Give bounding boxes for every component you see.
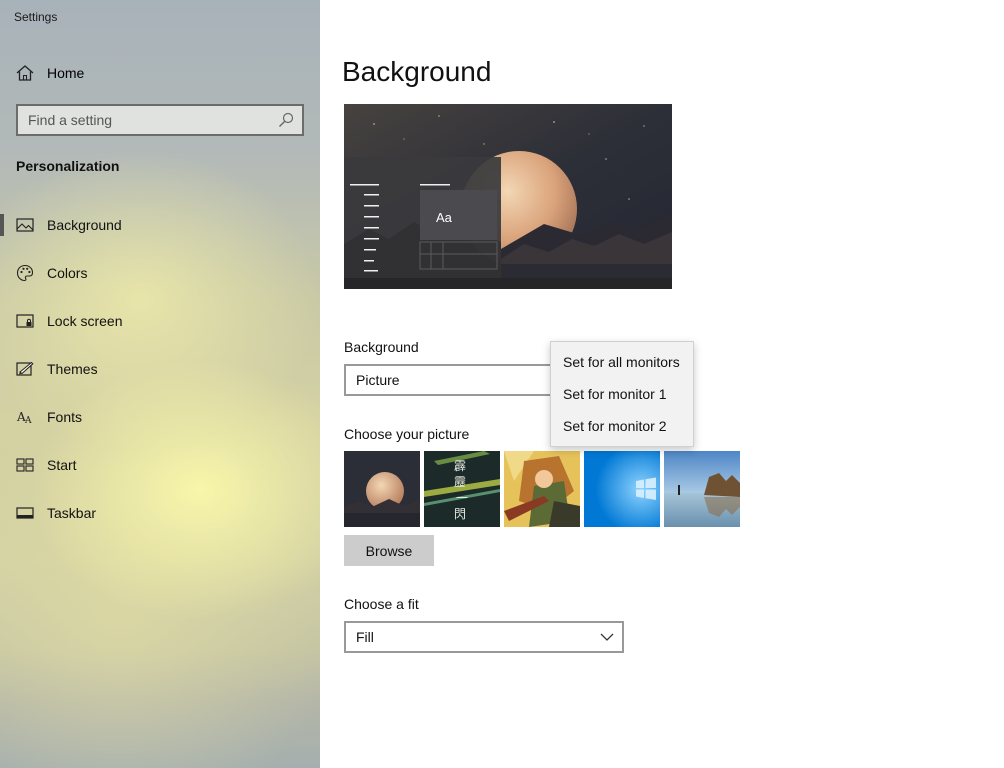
start-icon xyxy=(16,458,34,472)
sidebar-item-colors[interactable]: Colors xyxy=(0,255,320,291)
sidebar-item-background[interactable]: Background xyxy=(0,207,320,243)
menu-item-all-monitors[interactable]: Set for all monitors xyxy=(551,346,693,378)
home-icon xyxy=(16,65,34,81)
fit-dropdown[interactable]: Fill xyxy=(344,621,624,653)
sidebar-item-lock-screen[interactable]: Lock screen xyxy=(0,303,320,339)
calligraphy-text-4: 閃 xyxy=(454,507,467,521)
chevron-down-icon xyxy=(600,633,614,641)
sidebar-item-taskbar[interactable]: Taskbar xyxy=(0,495,320,531)
windows-blue-image xyxy=(584,451,660,527)
picture-thumbnail-warrior[interactable] xyxy=(504,451,580,527)
home-label: Home xyxy=(47,65,85,81)
sidebar: Settings Home Personalization Background xyxy=(0,0,320,768)
section-title: Personalization xyxy=(16,158,120,174)
fit-label: Choose a fit xyxy=(344,596,419,612)
calligraphy-text-3: 一 xyxy=(456,491,469,505)
nav-home[interactable]: Home xyxy=(0,58,320,88)
picture-thumbnail-beach[interactable] xyxy=(664,451,740,527)
sidebar-item-label: Lock screen xyxy=(47,313,123,329)
sidebar-item-fonts[interactable]: A A Fonts xyxy=(0,399,320,435)
background-dropdown-value: Picture xyxy=(356,372,400,388)
fit-dropdown-value: Fill xyxy=(356,629,374,645)
fonts-icon: A A xyxy=(16,410,32,426)
svg-text:A: A xyxy=(24,416,32,426)
sidebar-item-start[interactable]: Start xyxy=(0,447,320,483)
search-input[interactable] xyxy=(18,106,302,134)
sidebar-item-label: Colors xyxy=(47,265,88,281)
picture-thumbnail-calligraphy[interactable]: 霹 靂 一 閃 xyxy=(424,451,500,527)
taskbar-icon xyxy=(16,507,34,519)
choose-picture-label: Choose your picture xyxy=(344,426,470,442)
menu-item-monitor-2[interactable]: Set for monitor 2 xyxy=(551,410,693,442)
menu-item-monitor-1[interactable]: Set for monitor 1 xyxy=(551,378,693,410)
sidebar-item-label: Taskbar xyxy=(47,505,97,521)
sidebar-item-label: Background xyxy=(47,217,122,233)
picture-thumbnail-windows[interactable] xyxy=(584,451,660,527)
browse-button[interactable]: Browse xyxy=(344,535,434,566)
moon-landscape-image xyxy=(344,451,420,527)
desktop-preview: Aa xyxy=(344,104,672,289)
search-icon[interactable] xyxy=(278,112,294,128)
sidebar-item-label: Start xyxy=(47,457,77,473)
sidebar-item-label: Themes xyxy=(47,361,98,377)
calligraphy-text-2: 靂 xyxy=(454,475,467,489)
anime-warrior-image xyxy=(504,451,580,527)
search-box[interactable] xyxy=(16,104,304,136)
preview-wallpaper-image xyxy=(344,104,672,289)
sidebar-item-themes[interactable]: Themes xyxy=(0,351,320,387)
sidebar-item-label: Fonts xyxy=(47,409,83,425)
background-label: Background xyxy=(344,339,419,355)
preview-sample-text: Aa xyxy=(436,210,452,225)
picture-icon xyxy=(16,218,34,232)
palette-icon xyxy=(16,264,34,282)
lock-screen-icon xyxy=(16,314,34,328)
beach-rocks-image xyxy=(664,451,740,527)
calligraphy-text-1: 霹 xyxy=(454,459,467,473)
monitor-context-menu: Set for all monitors Set for monitor 1 S… xyxy=(550,341,694,447)
page-title: Background xyxy=(342,56,492,87)
selection-indicator xyxy=(0,214,4,236)
themes-icon xyxy=(16,361,34,376)
picture-thumbnail-moon[interactable] xyxy=(344,451,420,527)
app-title: Settings xyxy=(14,10,58,24)
